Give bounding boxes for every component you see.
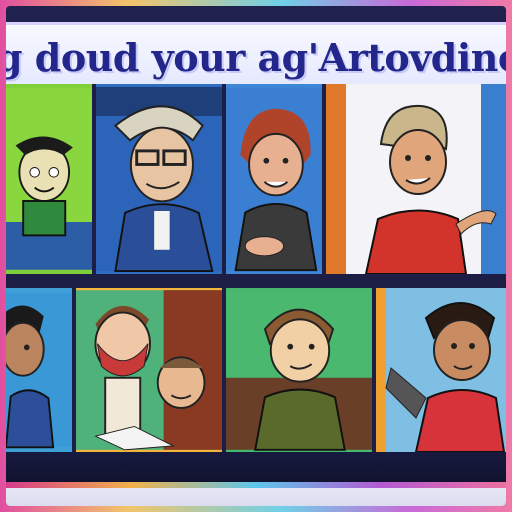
bottom-border-strip xyxy=(6,452,506,506)
bottom-panel-row xyxy=(6,288,506,452)
two-men-illustration xyxy=(76,290,222,451)
panel-green-character xyxy=(6,84,96,274)
woman-red-hair-illustration xyxy=(226,87,322,272)
panel-smiling-person xyxy=(226,288,376,452)
image-canvas: g doud your ag'Artovdinonbor xyxy=(6,6,506,506)
title-banner: g doud your ag'Artovdinonbor xyxy=(6,22,506,93)
image-frame: g doud your ag'Artovdinonbor xyxy=(0,0,512,512)
panel-man-with-glasses xyxy=(96,84,226,274)
boy-dark-hair-illustration xyxy=(6,292,72,449)
woman-red-top-illustration xyxy=(326,84,506,274)
top-panel-row xyxy=(6,84,506,274)
smiling-person-illustration xyxy=(226,290,372,451)
man-with-glasses-illustration xyxy=(96,86,222,273)
bottom-color-stripe xyxy=(6,482,506,488)
panel-woman-red-hair xyxy=(226,84,326,274)
green-character-illustration xyxy=(6,88,92,270)
panel-girl-red-shirt xyxy=(376,288,506,452)
panel-boy-dark-hair xyxy=(6,288,76,452)
panel-two-men xyxy=(76,288,226,452)
panel-woman-red-top xyxy=(326,84,506,274)
girl-red-shirt-illustration xyxy=(376,288,506,452)
row-divider xyxy=(6,274,506,288)
banner-title: g doud your ag'Artovdinonbor xyxy=(6,34,506,80)
